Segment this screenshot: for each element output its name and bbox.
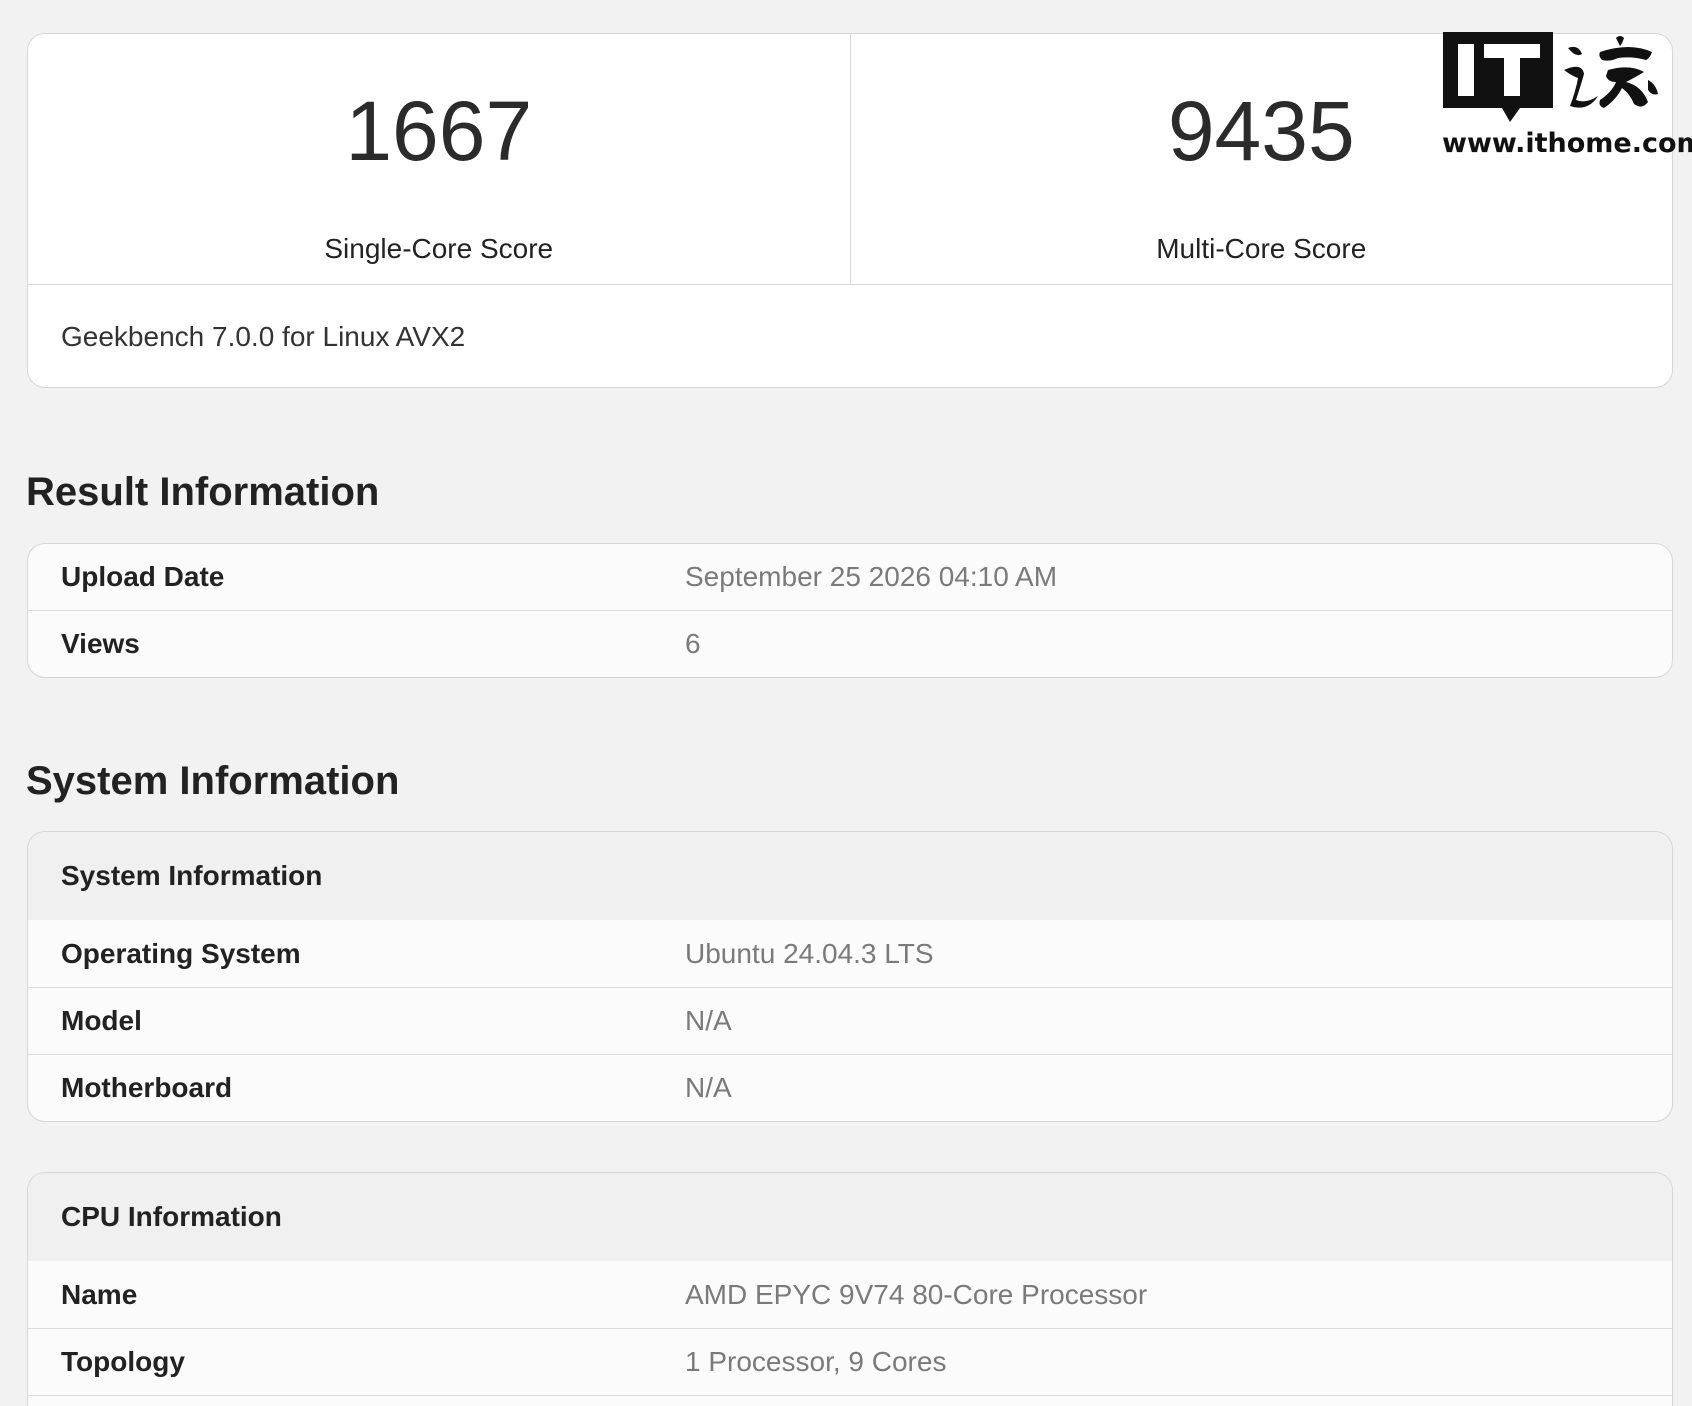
operating-system-key: Operating System [61, 937, 301, 969]
table-row: Name AMD EPYC 9V74 80-Core Processor [28, 1261, 1672, 1328]
upload-date-value: September 25 2026 04:10 AM [685, 561, 1058, 592]
cpu-information-table: CPU Information Name AMD EPYC 9V74 80-Co… [27, 1172, 1673, 1406]
model-value: N/A [685, 1005, 732, 1036]
upload-date-key: Upload Date [61, 561, 225, 592]
motherboard-key: Motherboard [61, 1072, 233, 1103]
single-core-score-value: 1667 [345, 84, 533, 178]
table-row: Views 6 [28, 610, 1672, 677]
multi-core-score-label: Multi-Core Score [1156, 233, 1367, 264]
system-table-heading: System Information [28, 832, 1672, 920]
system-information-table: System Information Operating System Ubun… [27, 831, 1673, 1122]
cpu-name-value: AMD EPYC 9V74 80-Core Processor [685, 1278, 1148, 1310]
single-core-score-cell: 1667 Single-Core Score [28, 34, 850, 284]
table-row: Operating System Ubuntu 24.04.3 LTS [28, 920, 1672, 987]
result-information-table: Upload Date September 25 2026 04:10 AM V… [27, 543, 1673, 678]
table-row: Topology 1 Processor, 9 Cores [28, 1328, 1672, 1395]
table-row-partial [28, 1395, 1672, 1406]
single-core-score-label: Single-Core Score [324, 233, 554, 264]
motherboard-value: N/A [685, 1072, 732, 1103]
table-row: Motherboard N/A [28, 1054, 1672, 1121]
watermark-url: www.ithome.com [1442, 128, 1692, 159]
views-key: Views [61, 628, 140, 659]
ithome-watermark: www.ithome.com [1440, 30, 1692, 170]
benchmark-version: Geekbench 7.0.0 for Linux AVX2 [61, 321, 466, 352]
ithome-logo-icon [1443, 32, 1658, 122]
topology-value: 1 Processor, 9 Cores [685, 1346, 947, 1377]
system-information-title: System Information [26, 759, 400, 803]
topology-key: Topology [61, 1346, 185, 1377]
scores-card: 1667 Single-Core Score 9435 Multi-Core S… [27, 33, 1673, 388]
score-row: 1667 Single-Core Score 9435 Multi-Core S… [28, 34, 1672, 285]
cpu-name-key: Name [61, 1278, 138, 1310]
table-row: Model N/A [28, 987, 1672, 1054]
views-value: 6 [685, 628, 701, 659]
operating-system-value: Ubuntu 24.04.3 LTS [685, 937, 934, 969]
cpu-table-heading: CPU Information [28, 1173, 1672, 1261]
table-row: Upload Date September 25 2026 04:10 AM [28, 544, 1672, 610]
result-information-title: Result Information [26, 470, 380, 514]
model-key: Model [61, 1005, 142, 1036]
